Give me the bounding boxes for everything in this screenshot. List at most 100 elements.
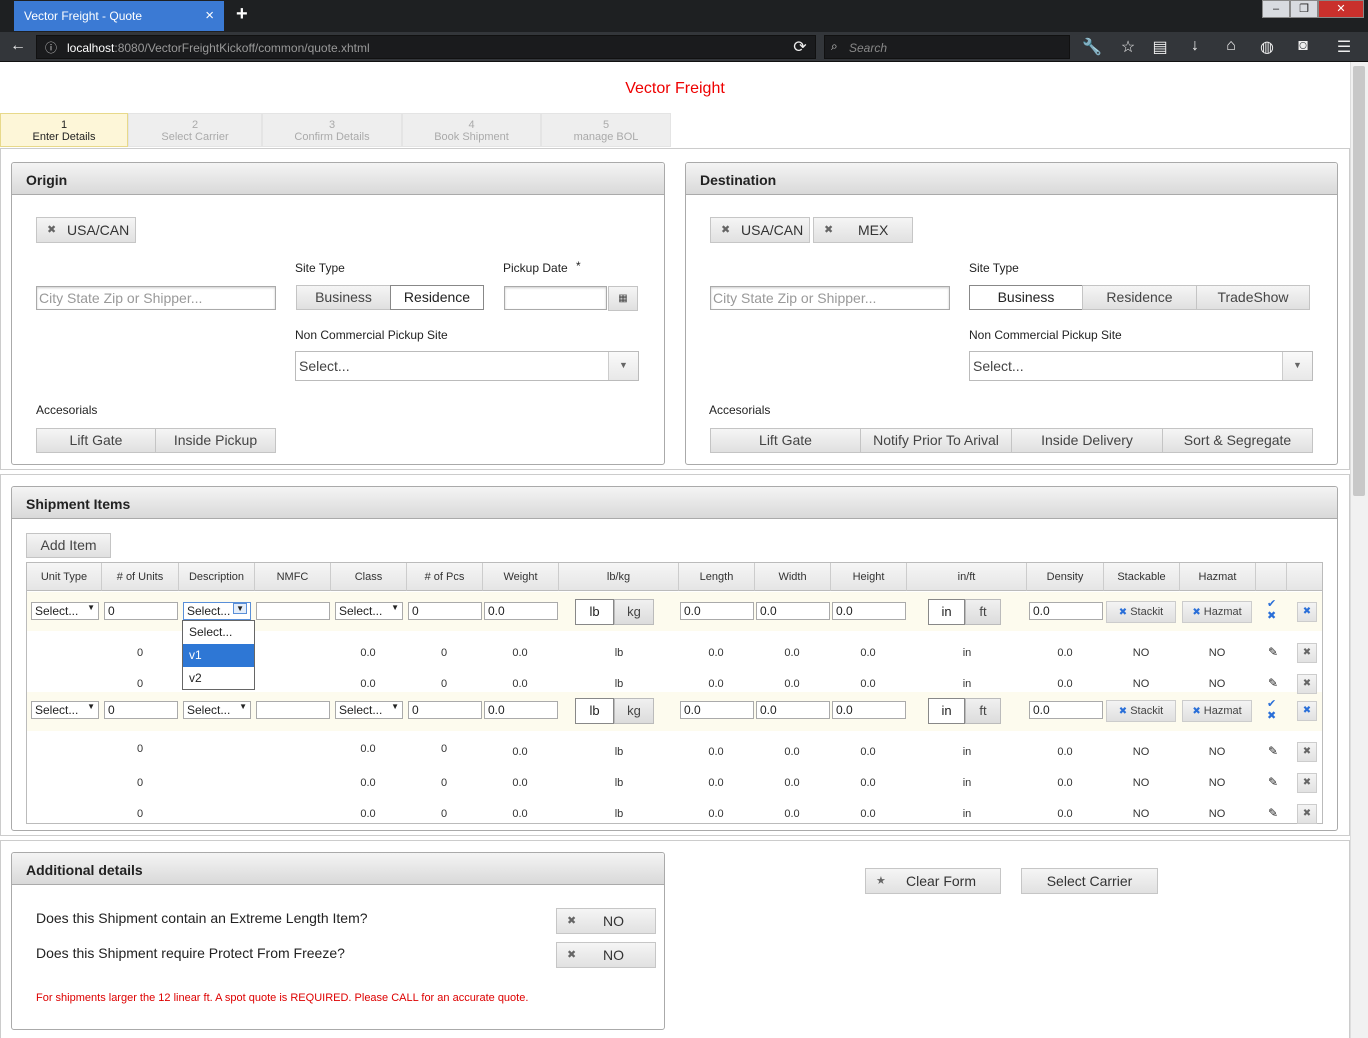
- delete-row-icon[interactable]: ✖: [1297, 701, 1317, 721]
- delete-row-icon[interactable]: ✖: [1297, 742, 1317, 762]
- calendar-icon[interactable]: ▦: [608, 286, 638, 311]
- origin-site-residence[interactable]: Residence: [390, 285, 484, 310]
- ft-toggle[interactable]: ft: [965, 599, 1001, 625]
- remove-icon[interactable]: ✖: [721, 218, 730, 242]
- remove-icon[interactable]: ✖: [47, 218, 56, 242]
- nmfc-input[interactable]: [256, 602, 330, 620]
- width-input[interactable]: 0.0: [756, 701, 830, 719]
- origin-site-business[interactable]: Business: [296, 285, 391, 310]
- origin-chip-usacan[interactable]: ✖ USA/CAN: [36, 217, 136, 243]
- browser-tab[interactable]: Vector Freight - Quote ×: [14, 1, 224, 31]
- dest-chip-usacan[interactable]: ✖ USA/CAN: [710, 217, 810, 243]
- units-input[interactable]: 0: [104, 701, 178, 719]
- units-input[interactable]: 0: [104, 602, 178, 620]
- wrench-icon[interactable]: 🔧: [1082, 37, 1102, 57]
- edit-row-icon[interactable]: ✎: [1268, 645, 1278, 659]
- origin-lift-gate[interactable]: Lift Gate: [36, 428, 156, 453]
- window-close-icon[interactable]: ✕: [1318, 0, 1364, 18]
- save-row-icon[interactable]: ✔ ✖: [1267, 598, 1276, 622]
- density-input[interactable]: 0.0: [1029, 701, 1103, 719]
- stackit-toggle[interactable]: ✖ Stackit: [1106, 601, 1176, 623]
- dest-city-input[interactable]: City State Zip or Shipper...: [710, 286, 950, 310]
- dest-inside-delivery[interactable]: Inside Delivery: [1011, 428, 1163, 453]
- pcs-input[interactable]: 0: [408, 602, 482, 620]
- close-tab-icon[interactable]: ×: [205, 7, 214, 24]
- maximize-icon[interactable]: ❐: [1290, 0, 1318, 18]
- step-2[interactable]: 2 Select Carrier: [128, 113, 262, 147]
- edit-row-icon[interactable]: ✎: [1268, 806, 1278, 820]
- add-item-button[interactable]: Add Item: [26, 533, 111, 558]
- weight-input[interactable]: 0.0: [484, 602, 558, 620]
- in-toggle[interactable]: in: [928, 599, 965, 625]
- remove-icon[interactable]: ✖: [824, 218, 833, 242]
- library-icon[interactable]: ▤: [1150, 37, 1170, 57]
- nmfc-input[interactable]: [256, 701, 330, 719]
- dest-lift-gate[interactable]: Lift Gate: [710, 428, 861, 453]
- delete-row-icon[interactable]: ✖: [1297, 804, 1317, 824]
- home-icon[interactable]: ⌂: [1221, 37, 1241, 55]
- lb-toggle[interactable]: lb: [575, 599, 614, 625]
- pcs-input[interactable]: 0: [408, 701, 482, 719]
- stackit-toggle[interactable]: ✖ Stackit: [1106, 700, 1176, 722]
- globe-icon[interactable]: ◍: [1257, 37, 1277, 57]
- hazmat-toggle[interactable]: ✖ Hazmat: [1182, 601, 1252, 623]
- width-input[interactable]: 0.0: [756, 602, 830, 620]
- lb-toggle[interactable]: lb: [575, 698, 614, 724]
- dest-site-tradeshow[interactable]: TradeShow: [1196, 285, 1310, 310]
- origin-city-input[interactable]: City State Zip or Shipper...: [36, 286, 276, 310]
- height-input[interactable]: 0.0: [832, 602, 906, 620]
- delete-row-icon[interactable]: ✖: [1297, 773, 1317, 793]
- class-select[interactable]: Select... ▼: [335, 602, 403, 620]
- menu-icon[interactable]: ☰: [1334, 37, 1354, 57]
- pickup-date-input[interactable]: [504, 286, 607, 310]
- download-icon[interactable]: ↓: [1185, 37, 1205, 55]
- kg-toggle[interactable]: kg: [614, 698, 654, 724]
- step-4[interactable]: 4 Book Shipment: [402, 113, 541, 147]
- reload-icon[interactable]: ⟳: [790, 37, 810, 57]
- density-input[interactable]: 0.0: [1029, 602, 1103, 620]
- delete-row-icon[interactable]: ✖: [1297, 674, 1317, 694]
- height-input[interactable]: 0.0: [832, 701, 906, 719]
- clear-form-button[interactable]: ★ Clear Form: [865, 868, 1001, 894]
- dest-notify-prior[interactable]: Notify Prior To Arival: [860, 428, 1012, 453]
- delete-row-icon[interactable]: ✖: [1297, 643, 1317, 663]
- back-icon[interactable]: ←: [8, 37, 28, 55]
- description-dropdown[interactable]: Select... v1 v2: [182, 620, 255, 690]
- edit-row-icon[interactable]: ✎: [1268, 744, 1278, 758]
- minimize-icon[interactable]: –: [1262, 0, 1290, 18]
- weight-input[interactable]: 0.0: [484, 701, 558, 719]
- dest-sort-segregate[interactable]: Sort & Segregate: [1162, 428, 1313, 453]
- edit-row-icon[interactable]: ✎: [1268, 775, 1278, 789]
- dest-site-business[interactable]: Business: [969, 285, 1083, 310]
- info-icon[interactable]: ⓘ: [45, 39, 57, 56]
- dropdown-option[interactable]: v1: [183, 644, 254, 667]
- edit-row-icon[interactable]: ✎: [1268, 676, 1278, 690]
- kg-toggle[interactable]: kg: [614, 599, 654, 625]
- description-select[interactable]: Select... ▼: [183, 602, 251, 620]
- unit-type-select[interactable]: Select... ▼: [31, 701, 99, 719]
- length-input[interactable]: 0.0: [680, 602, 754, 620]
- unit-type-select[interactable]: Select... ▼: [31, 602, 99, 620]
- origin-noncommercial-select[interactable]: Select... ▼: [295, 351, 639, 381]
- dest-chip-mex[interactable]: ✖ MEX: [813, 217, 913, 243]
- class-select[interactable]: Select... ▼: [335, 701, 403, 719]
- ft-toggle[interactable]: ft: [965, 698, 1001, 724]
- url-bar[interactable]: ⓘ localhost:8080/VectorFreightKickoff/co…: [36, 35, 816, 59]
- dest-noncommercial-select[interactable]: Select... ▼: [969, 351, 1313, 381]
- dropdown-option[interactable]: v2: [183, 667, 254, 690]
- step-5[interactable]: 5 manage BOL: [541, 113, 671, 147]
- hazmat-toggle[interactable]: ✖ Hazmat: [1182, 700, 1252, 722]
- dest-site-residence[interactable]: Residence: [1082, 285, 1197, 310]
- step-1[interactable]: 1 Enter Details: [0, 113, 128, 147]
- pocket-icon[interactable]: ◙: [1293, 37, 1313, 55]
- select-carrier-button[interactable]: Select Carrier: [1021, 868, 1158, 894]
- origin-inside-pickup[interactable]: Inside Pickup: [155, 428, 276, 453]
- step-3[interactable]: 3 Confirm Details: [262, 113, 402, 147]
- scrollbar-thumb[interactable]: [1353, 66, 1365, 496]
- protect-freeze-toggle[interactable]: ✖ NO: [556, 942, 656, 968]
- description-select[interactable]: Select... ▼: [183, 701, 251, 719]
- search-input[interactable]: ⌕ Search: [824, 35, 1070, 59]
- bookmark-star-icon[interactable]: ☆: [1118, 37, 1138, 57]
- new-tab-icon[interactable]: +: [236, 3, 248, 26]
- dropdown-option[interactable]: Select...: [183, 621, 254, 644]
